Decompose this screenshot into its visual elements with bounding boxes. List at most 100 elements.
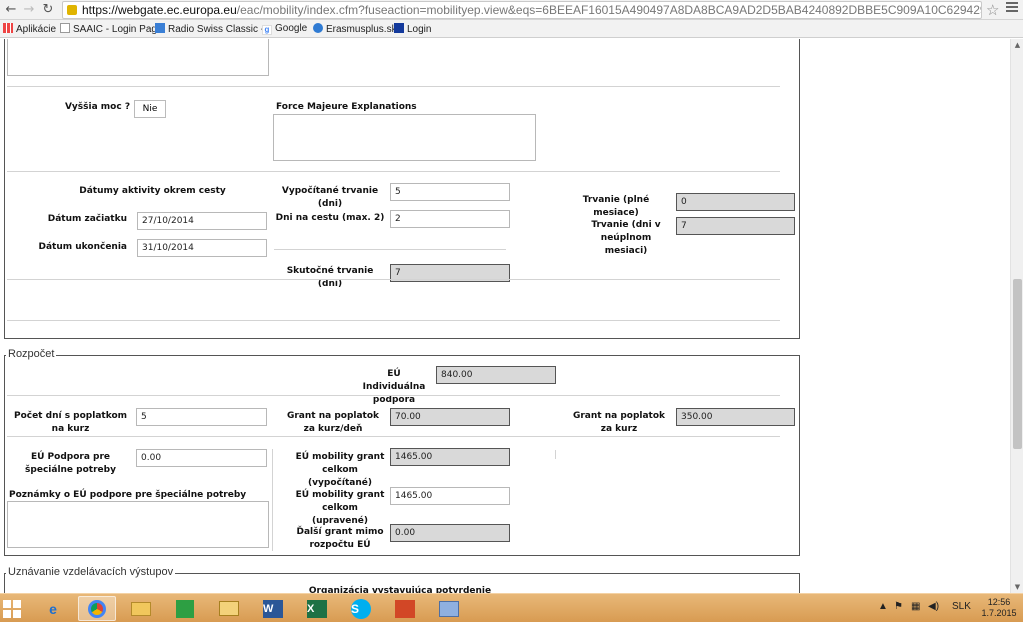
language-indicator[interactable]: SLK xyxy=(952,601,971,612)
recognition-legend: Uznávanie vzdelávacích výstupov xyxy=(6,566,176,578)
menu-icon[interactable] xyxy=(1006,2,1018,16)
force-majeure-explanations-textarea[interactable] xyxy=(273,114,536,161)
address-bar: ← → ↻ https://webgate.ec.europa.eu/eac/m… xyxy=(0,0,1023,20)
back-icon[interactable]: ← xyxy=(3,2,19,18)
other-grant-label: Ďalší grant mimo rozpočtu EÚ xyxy=(296,527,384,550)
mail-icon[interactable] xyxy=(210,596,248,621)
network-icon[interactable]: ▦ xyxy=(911,601,920,612)
erasmus-icon xyxy=(313,23,323,33)
bookmark-label: Google xyxy=(275,23,308,34)
powerpoint-icon[interactable] xyxy=(386,596,424,621)
excel-icon[interactable]: X xyxy=(298,596,336,621)
divider xyxy=(274,249,506,250)
bookmark-star-icon[interactable]: ☆ xyxy=(986,1,999,19)
column-divider xyxy=(272,449,273,551)
start-date-field[interactable]: 27/10/2014 xyxy=(137,212,267,230)
bookmark-label: Erasmusplus.sk xyxy=(326,24,397,35)
column-divider xyxy=(555,450,556,459)
scroll-down-icon[interactable]: ▼ xyxy=(1011,581,1023,593)
windows-start-icon[interactable] xyxy=(3,600,21,618)
clock[interactable]: 12:56 1.7.2015 xyxy=(980,597,1018,619)
divider xyxy=(7,171,780,172)
taskbar: e W X S ▲ ⚑ ▦ ◀) SLK 12:56 1.7.2015 xyxy=(0,593,1023,622)
total-calc-label: EÚ mobility grant celkom (vypočítané) xyxy=(295,452,385,488)
calc-duration-label: Vypočítané trvanie (dni) xyxy=(281,186,379,209)
eu-individual-label: EÚ Individuálna podpora xyxy=(362,369,426,405)
page-content: Vyššia moc ? Nie Force Majeure Explanati… xyxy=(0,39,1010,593)
vertical-scrollbar[interactable]: ▲ ▼ xyxy=(1010,39,1023,593)
page-icon xyxy=(60,23,70,33)
travel-days-label: Dni na cestu (max. 2) xyxy=(275,213,385,223)
paint-icon[interactable] xyxy=(430,596,468,621)
issuing-org-label: Organizácia vystavujúca potvrdenie xyxy=(308,586,492,593)
special-needs-notes-textarea[interactable] xyxy=(7,501,269,548)
fee-per-day-label: Grant na poplatok za kurz/deň xyxy=(286,411,380,434)
total-adj-label: EÚ mobility grant celkom (upravené) xyxy=(295,490,385,526)
other-grant-field: 0.00 xyxy=(390,524,510,542)
fee-days-field[interactable]: 5 xyxy=(136,408,267,426)
url-field[interactable]: https://webgate.ec.europa.eu/eac/mobilit… xyxy=(62,1,982,19)
actual-duration-label: Skutočné trvanie (dni) xyxy=(286,266,374,289)
radio-icon xyxy=(155,23,165,33)
calc-duration-field[interactable]: 5 xyxy=(390,183,510,201)
lock-icon xyxy=(67,5,77,15)
fee-days-label: Počet dní s poplatkom na kurz xyxy=(13,411,128,434)
total-adj-field[interactable]: 1465.00 xyxy=(390,487,510,505)
eu-flag-icon xyxy=(394,23,404,33)
store-icon[interactable] xyxy=(166,596,204,621)
bookmark-label: Radio Swiss Classic -... xyxy=(168,24,273,35)
screen: ← → ↻ https://webgate.ec.europa.eu/eac/m… xyxy=(0,0,1023,622)
divider xyxy=(7,320,780,321)
divider xyxy=(7,86,780,87)
google-icon: g xyxy=(262,25,272,35)
chrome-icon[interactable] xyxy=(78,596,116,621)
end-date-label: Dátum ukončenia xyxy=(38,242,127,252)
end-date-field[interactable]: 31/10/2014 xyxy=(137,239,267,257)
fee-per-day-field: 70.00 xyxy=(390,408,510,426)
bookmark-label: Aplikácie xyxy=(16,24,57,35)
bookmark-google[interactable]: g Google xyxy=(262,23,307,37)
travel-days-field[interactable]: 2 xyxy=(390,210,510,228)
scroll-up-icon[interactable]: ▲ xyxy=(1011,39,1023,51)
full-months-field: 0 xyxy=(676,193,795,211)
eu-individual-field: 840.00 xyxy=(436,366,556,384)
fee-grant-field: 350.00 xyxy=(676,408,795,426)
clock-time: 12:56 xyxy=(987,597,1011,607)
bookmark-label: SAAIC - Login Page xyxy=(73,24,163,35)
scroll-thumb[interactable] xyxy=(1013,279,1022,449)
bookmark-label: Login xyxy=(407,24,432,35)
partial-days-field: 7 xyxy=(676,217,795,235)
bookmark-apps[interactable]: Aplikácie xyxy=(3,23,56,37)
internet-explorer-icon[interactable]: e xyxy=(34,596,72,621)
bookmark-saaic[interactable]: SAAIC - Login Page xyxy=(60,23,163,37)
divider xyxy=(7,279,780,280)
special-needs-label: EÚ Podpora pre špeciálne potreby xyxy=(25,452,116,475)
flag-icon[interactable]: ⚑ xyxy=(894,601,903,612)
divider xyxy=(7,395,780,396)
forward-icon[interactable]: → xyxy=(21,2,37,18)
tray-up-arrow-icon[interactable]: ▲ xyxy=(878,601,888,612)
volume-icon[interactable]: ◀) xyxy=(928,601,939,612)
special-needs-field[interactable]: 0.00 xyxy=(136,449,267,467)
force-majeure-select[interactable]: Nie xyxy=(134,100,166,118)
force-majeure-explanations-label: Force Majeure Explanations xyxy=(276,102,417,112)
activity-dates-label: Dátumy aktivity okrem cesty xyxy=(79,186,226,196)
bookmarks-bar: Aplikácie SAAIC - Login Page Radio Swiss… xyxy=(0,20,1023,38)
start-date-label: Dátum začiatku xyxy=(47,214,127,224)
word-icon[interactable]: W xyxy=(254,596,292,621)
url-host: https://webgate.ec.europa.eu xyxy=(82,3,237,17)
file-explorer-icon[interactable] xyxy=(122,596,160,621)
partial-days-label: Trvanie (dni v neúplnom mesiaci) xyxy=(591,220,661,256)
bookmark-radio[interactable]: Radio Swiss Classic -... xyxy=(155,23,272,37)
bookmark-login[interactable]: Login xyxy=(394,23,431,37)
force-majeure-label: Vyššia moc ? xyxy=(64,102,131,112)
skype-icon[interactable]: S xyxy=(342,596,380,621)
full-months-label: Trvanie (plné mesiace) xyxy=(582,195,650,218)
previous-textarea[interactable] xyxy=(7,39,269,76)
url-path: /eac/mobility/index.cfm?fuseaction=mobil… xyxy=(236,3,982,17)
apps-icon xyxy=(3,23,13,33)
bookmark-erasmus[interactable]: Erasmusplus.sk xyxy=(313,23,397,37)
total-calc-field: 1465.00 xyxy=(390,448,510,466)
reload-icon[interactable]: ↻ xyxy=(40,2,56,18)
budget-legend: Rozpočet xyxy=(6,348,57,360)
